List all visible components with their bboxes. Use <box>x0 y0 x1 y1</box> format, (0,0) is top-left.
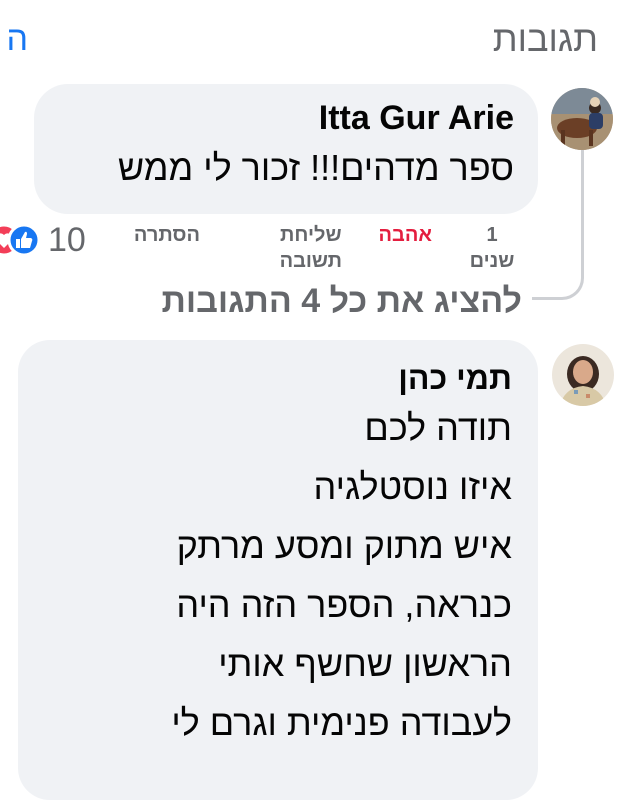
love-reaction-button[interactable]: אהבה <box>379 222 432 248</box>
comment-timestamp[interactable]: 1 שנים <box>466 222 518 274</box>
view-all-replies-link[interactable]: להציג את כל 4 התגובות <box>161 282 522 321</box>
reply-thread-line <box>532 150 584 300</box>
comment-text-2: תודה לכם איזו נוסטלגיה איש מתוק ומסע מרת… <box>18 398 512 752</box>
reply-label-line1: שליחת <box>280 224 342 246</box>
timestamp-unit: שנים <box>469 250 515 272</box>
comment-line: איש מתוק ומסע מרתק <box>176 525 512 566</box>
comment-line: איזו נוסטלגיה <box>313 466 512 507</box>
comment-line: תודה לכם <box>364 407 512 448</box>
like-icon <box>7 223 41 257</box>
comment-line: הראשון שחשף אותי <box>218 643 512 684</box>
hide-button[interactable]: הסתרה <box>134 222 200 248</box>
reply-button[interactable]: שליחת תשובה <box>280 222 342 274</box>
comment-line: כנראה, הספר הזה היה <box>176 584 512 625</box>
comment-line: לעבודה פנימית וגרם לי <box>171 702 512 743</box>
comment-bubble-2[interactable]: תמי כהן תודה לכם איזו נוסטלגיה איש מתוק … <box>18 340 538 800</box>
reaction-count[interactable]: 10 <box>48 221 86 260</box>
avatar-tami-cohen[interactable] <box>552 344 614 406</box>
comment-bubble[interactable]: Itta Gur Arie ספר מדהים!!! זכור לי ממש <box>34 84 538 214</box>
avatar-itta-gur-arie[interactable] <box>551 88 613 150</box>
reply-label-line2: תשובה <box>279 250 342 272</box>
comment-author-2[interactable]: תמי כהן <box>18 358 512 398</box>
comment-text: ספר מדהים!!! זכור לי ממש <box>117 147 514 188</box>
reaction-icons[interactable] <box>0 222 42 258</box>
timestamp-number: 1 <box>486 224 498 246</box>
comment-author[interactable]: Itta Gur Arie <box>34 98 514 138</box>
comments-header-title: תגובות <box>492 18 598 59</box>
header-link-fragment[interactable]: ה <box>0 20 28 59</box>
